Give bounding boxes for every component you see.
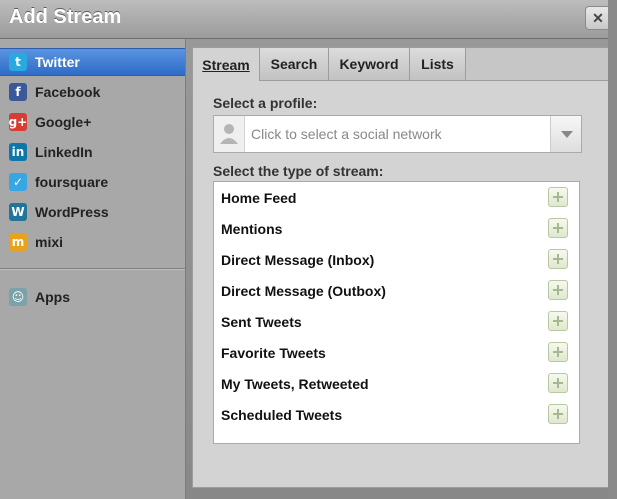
- add-stream-button[interactable]: [548, 404, 568, 424]
- list-item: Mentions: [214, 213, 579, 244]
- sidebar-item-label: mixi: [35, 234, 64, 250]
- stream-type-label: Favorite Tweets: [221, 344, 326, 361]
- stream-panel: Stream Search Keyword Lists Select a pro…: [192, 47, 613, 488]
- sidebar-item-mixi[interactable]: m mixi: [0, 228, 185, 256]
- wordpress-icon: W: [9, 203, 27, 221]
- dialog-title: Add Stream: [9, 6, 122, 28]
- tab-bar: Stream Search Keyword Lists: [193, 48, 612, 81]
- facebook-icon: f: [9, 83, 27, 101]
- sidebar-item-wordpress[interactable]: W WordPress: [0, 198, 185, 226]
- add-stream-button[interactable]: [548, 280, 568, 300]
- sidebar-item-label: Twitter: [35, 54, 80, 70]
- list-item: Favorite Tweets: [214, 337, 579, 368]
- sidebar-item-apps[interactable]: ☺ Apps: [0, 283, 185, 311]
- stream-type-label: Direct Message (Inbox): [221, 251, 375, 268]
- foursquare-icon: ✓: [9, 173, 27, 191]
- sidebar-item-label: Google+: [35, 114, 92, 130]
- stream-type-label: Mentions: [221, 220, 283, 237]
- sidebar-item-twitter[interactable]: t Twitter: [0, 48, 185, 76]
- add-stream-button[interactable]: [548, 218, 568, 238]
- list-item: Sent Tweets: [214, 306, 579, 337]
- avatar: [214, 116, 245, 152]
- add-stream-button[interactable]: [548, 373, 568, 393]
- sidebar-item-label: LinkedIn: [35, 144, 93, 160]
- add-stream-button[interactable]: [548, 249, 568, 269]
- add-stream-button[interactable]: [548, 311, 568, 331]
- close-icon: ✕: [592, 9, 604, 26]
- tab-keyword[interactable]: Keyword: [329, 48, 410, 80]
- list-item: Home Feed: [214, 182, 579, 213]
- stream-type-label: Home Feed: [221, 189, 297, 206]
- twitter-icon: t: [9, 53, 27, 71]
- sidebar-item-linkedin[interactable]: in LinkedIn: [0, 138, 185, 166]
- mixi-icon: m: [9, 233, 27, 251]
- profile-label: Select a profile:: [213, 95, 318, 111]
- add-stream-button[interactable]: [548, 187, 568, 207]
- sidebar-item-foursquare[interactable]: ✓ foursquare: [0, 168, 185, 196]
- tab-search[interactable]: Search: [260, 48, 329, 80]
- sidebar-item-google[interactable]: g+ Google+: [0, 108, 185, 136]
- sidebar-item-label: foursquare: [35, 174, 109, 190]
- list-item: Scheduled Tweets: [214, 399, 579, 430]
- profile-select-placeholder: Click to select a social network: [251, 126, 442, 142]
- list-item: My Tweets, Retweeted: [214, 368, 579, 399]
- list-item: Direct Message (Outbox): [214, 275, 579, 306]
- stream-type-label: Sent Tweets: [221, 313, 302, 330]
- linkedin-icon: in: [9, 143, 27, 161]
- add-stream-button[interactable]: [548, 342, 568, 362]
- profile-select[interactable]: Click to select a social network: [213, 115, 582, 153]
- tab-lists[interactable]: Lists: [410, 48, 466, 80]
- chevron-down-icon[interactable]: [550, 116, 581, 152]
- list-item: Direct Message (Inbox): [214, 244, 579, 275]
- title-bar: Add Stream ✕: [0, 0, 617, 39]
- network-sidebar: t Twitter f Facebook g+ Google+ in LinkedIn ✓ fou…: [0, 39, 186, 499]
- scrollbar[interactable]: [608, 0, 617, 499]
- sidebar-item-label: WordPress: [35, 204, 109, 220]
- stream-type-label: Select the type of stream:: [213, 163, 384, 179]
- sidebar-item-label: Facebook: [35, 84, 101, 100]
- person-icon: [220, 124, 238, 144]
- stream-type-label: Scheduled Tweets: [221, 406, 343, 423]
- apps-icon: ☺: [9, 288, 27, 306]
- google-plus-icon: g+: [8, 113, 28, 131]
- sidebar-item-label: Apps: [35, 289, 70, 305]
- sidebar-divider: [0, 268, 185, 270]
- stream-type-label: Direct Message (Outbox): [221, 282, 386, 299]
- add-stream-dialog: Add Stream ✕ t Twitter f Facebook g+ Google+ i…: [0, 0, 617, 499]
- stream-type-label: My Tweets, Retweeted: [221, 375, 369, 392]
- sidebar-item-facebook[interactable]: f Facebook: [0, 78, 185, 106]
- tab-stream[interactable]: Stream: [193, 48, 260, 81]
- stream-type-list: Home Feed Mentions Direct Message (Inbox) D…: [213, 181, 580, 444]
